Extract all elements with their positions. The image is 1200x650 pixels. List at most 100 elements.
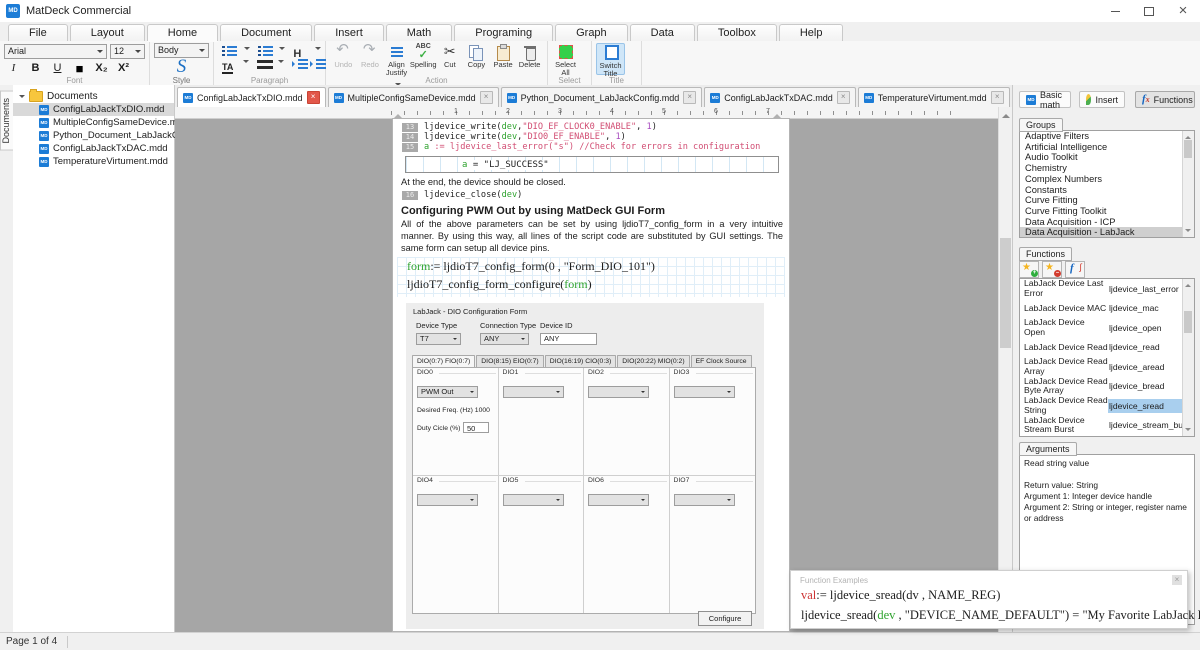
scroll-down-icon[interactable] — [1185, 428, 1191, 434]
function-row-ljdevice-read[interactable]: LabJack Device Read ljdevice_read — [1020, 338, 1183, 358]
tree-item-configlabjacktxdac-mdd[interactable]: ConfigLabJackTxDAC.mdd — [13, 142, 174, 155]
scroll-down-icon[interactable] — [1185, 229, 1191, 235]
ribbon-tab-math[interactable]: Math — [385, 24, 453, 41]
scrollbar-thumb[interactable] — [1184, 311, 1192, 333]
tree-root-documents[interactable]: Documents — [13, 88, 174, 103]
tree-item-multipleconfigsamedevice-mdd[interactable]: MultipleConfigSameDevice.mdd — [13, 116, 188, 129]
functions-list[interactable]: LabJack Device Last Error ljdevice_last_e… — [1019, 278, 1195, 437]
tree-item-temperaturevirtument-mdd[interactable]: TemperatureVirtument.mdd — [13, 155, 174, 168]
form-tab-ef-clock-source[interactable]: EF Clock Source — [690, 355, 752, 367]
group-item-audio-toolkit[interactable]: Audio Toolkit — [1020, 152, 1183, 163]
maximize-button[interactable] — [1132, 0, 1166, 22]
i-button[interactable]: I — [4, 60, 23, 77]
ruler-margin-marker[interactable] — [773, 110, 781, 118]
ribbon-tab-document[interactable]: Document — [220, 24, 313, 41]
duty-cycle-stepper[interactable]: 50 — [463, 422, 489, 433]
dropdown-arrow-icon[interactable] — [277, 60, 284, 66]
text-style-icon[interactable] — [222, 57, 233, 69]
dio6-mode-select[interactable] — [588, 494, 649, 506]
u-button[interactable]: U — [48, 60, 67, 77]
close-button[interactable] — [1166, 0, 1200, 22]
function-row-ljdevice-open[interactable]: LabJack Device Open ljdevice_open — [1020, 318, 1183, 338]
scroll-up-icon[interactable] — [1002, 110, 1010, 118]
ribbon-tab-programing[interactable]: Programing — [454, 24, 554, 41]
group-item-data-acquisition-labjack[interactable]: Data Acquisition - LabJack — [1020, 227, 1183, 237]
document-tab-multipleconfigsamedevice-mdd[interactable]: MultipleConfigSameDevice.mdd — [327, 87, 499, 107]
font-size-select[interactable]: 12 — [110, 44, 145, 59]
ribbon-tab-insert[interactable]: Insert — [314, 24, 384, 41]
function-row-ljdevice-stream-burst[interactable]: LabJack Device Stream Burst ljdevice_stre… — [1020, 415, 1193, 436]
dio2-mode-select[interactable] — [588, 386, 649, 398]
panel-tab-functions[interactable]: Functions — [1135, 91, 1195, 108]
function-row-ljdevice-mac[interactable]: LabJack Device MAC ljdevice_mac — [1020, 299, 1183, 319]
minimize-button[interactable] — [1098, 0, 1132, 22]
group-item-chemistry[interactable]: Chemistry — [1020, 163, 1183, 174]
group-item-constants[interactable]: Constants — [1020, 185, 1183, 196]
dio3-mode-select[interactable] — [673, 386, 735, 398]
spelling-button[interactable]: Spelling — [410, 43, 437, 75]
functions-scrollbar[interactable] — [1182, 279, 1194, 436]
tab-close-icon[interactable] — [990, 91, 1004, 104]
tab-close-icon[interactable] — [306, 91, 320, 104]
function-row-ljdevice-aread[interactable]: LabJack Device Read Array ljdevice_aread — [1020, 357, 1183, 377]
math-block[interactable]: form:= ljdioT7_config_form(0 , "Form_DIO… — [397, 257, 785, 297]
group-item-artificial-intelligence[interactable]: Artificial Intelligence — [1020, 142, 1183, 153]
ribbon-tab-toolbox[interactable]: Toolbox — [696, 24, 777, 41]
scroll-up-icon[interactable] — [1185, 281, 1191, 287]
tab-close-icon[interactable] — [683, 91, 697, 104]
function-row-ljdevice-sread[interactable]: LabJack Device Read String ljdevice_sread — [1020, 396, 1183, 416]
functions-tab-label[interactable]: Functions — [1019, 247, 1073, 261]
code-block[interactable]: 13 ljdevice_write(dev,"DIO_EF_CLOCK0_ENAB… — [397, 122, 785, 152]
code-block[interactable]: 16 ljdevice_close(dev) — [397, 190, 785, 200]
group-item-adaptive-filters[interactable]: Adaptive Filters — [1020, 131, 1183, 142]
scrollbar-thumb[interactable] — [1184, 140, 1192, 158]
switch-title-button[interactable]: Switch Title — [596, 43, 625, 78]
document-tab-configlabjacktxdio-mdd[interactable]: ConfigLabJackTxDIO.mdd — [177, 87, 326, 107]
groups-scrollbar[interactable] — [1182, 131, 1194, 237]
paragraph-style-select[interactable]: Body — [154, 43, 209, 58]
documents-panel-tab[interactable]: Documents — [0, 91, 13, 151]
popup-close-button[interactable] — [1172, 575, 1182, 585]
scroll-up-icon[interactable] — [1185, 133, 1191, 139]
chevron-down-icon[interactable] — [19, 94, 25, 101]
math-expression[interactable]: form:= ljdioT7_config_form(0 , "Form_DIO… — [407, 259, 655, 274]
heading-icon[interactable] — [293, 44, 305, 56]
device-type-select[interactable]: T7 — [416, 333, 461, 345]
paste-button[interactable]: Paste — [490, 43, 517, 75]
delete-button[interactable]: Delete — [516, 43, 543, 75]
function-plot-button[interactable] — [1065, 261, 1085, 278]
b-button[interactable]: B — [26, 60, 45, 77]
copy-button[interactable]: Copy — [463, 43, 490, 75]
panel-tab-insert[interactable]: Insert — [1079, 91, 1125, 108]
function-row-ljdevice-last-error[interactable]: LabJack Device Last Error ljdevice_last_e… — [1020, 279, 1183, 299]
font-family-select[interactable]: Arial — [4, 44, 107, 59]
device-id-input[interactable]: ANY — [540, 333, 597, 345]
ribbon-tab-home[interactable]: Home — [146, 24, 219, 41]
scrollbar-thumb[interactable] — [1000, 238, 1011, 348]
indent-decrease-icon[interactable] — [291, 57, 308, 69]
tree-item-configlabjacktxdio-mdd[interactable]: ConfigLabJackTxDIO.mdd — [13, 103, 174, 116]
ribbon-tab-help[interactable]: Help — [778, 24, 844, 41]
ribbon-tab-file[interactable]: File — [8, 24, 68, 41]
dropdown-arrow-icon[interactable] — [243, 60, 250, 66]
redo-button[interactable]: Redo — [357, 42, 384, 75]
group-item-data-acquisition-icp[interactable]: Data Acquisition - ICP — [1020, 217, 1183, 228]
dio1-mode-select[interactable] — [502, 386, 564, 398]
form-tab-dio-8-15-eio-0-7[interactable]: DIO(8:15) EIO(0:7) — [476, 355, 544, 367]
border-line-icon[interactable] — [257, 57, 273, 69]
x-button[interactable]: X₂ — [92, 60, 111, 77]
function-row-ljdevice-bread[interactable]: LabJack Device Read Byte Array ljdevice_b… — [1020, 376, 1183, 397]
form-tab-dio-0-7-fio-0-7[interactable]: DIO(0:7) FIO(0:7) — [412, 355, 476, 367]
numbered-list-icon[interactable] — [257, 44, 273, 56]
add-favorite-button[interactable]: + — [1019, 261, 1039, 278]
bullet-list-icon[interactable] — [222, 44, 237, 56]
x-button[interactable]: X² — [114, 60, 133, 77]
groups-list[interactable]: Adaptive Filters Artificial Intelligence A… — [1019, 130, 1195, 238]
align-justify-button[interactable]: Align Justify — [383, 43, 410, 87]
dio0-mode-select[interactable]: PWM Out — [417, 386, 478, 398]
tab-close-icon[interactable] — [836, 91, 850, 104]
indent-increase-icon[interactable] — [310, 57, 326, 69]
ribbon-tab-graph[interactable]: Graph — [555, 24, 628, 41]
configure-button[interactable]: Configure — [698, 611, 752, 626]
undo-button[interactable]: Undo — [330, 42, 357, 75]
